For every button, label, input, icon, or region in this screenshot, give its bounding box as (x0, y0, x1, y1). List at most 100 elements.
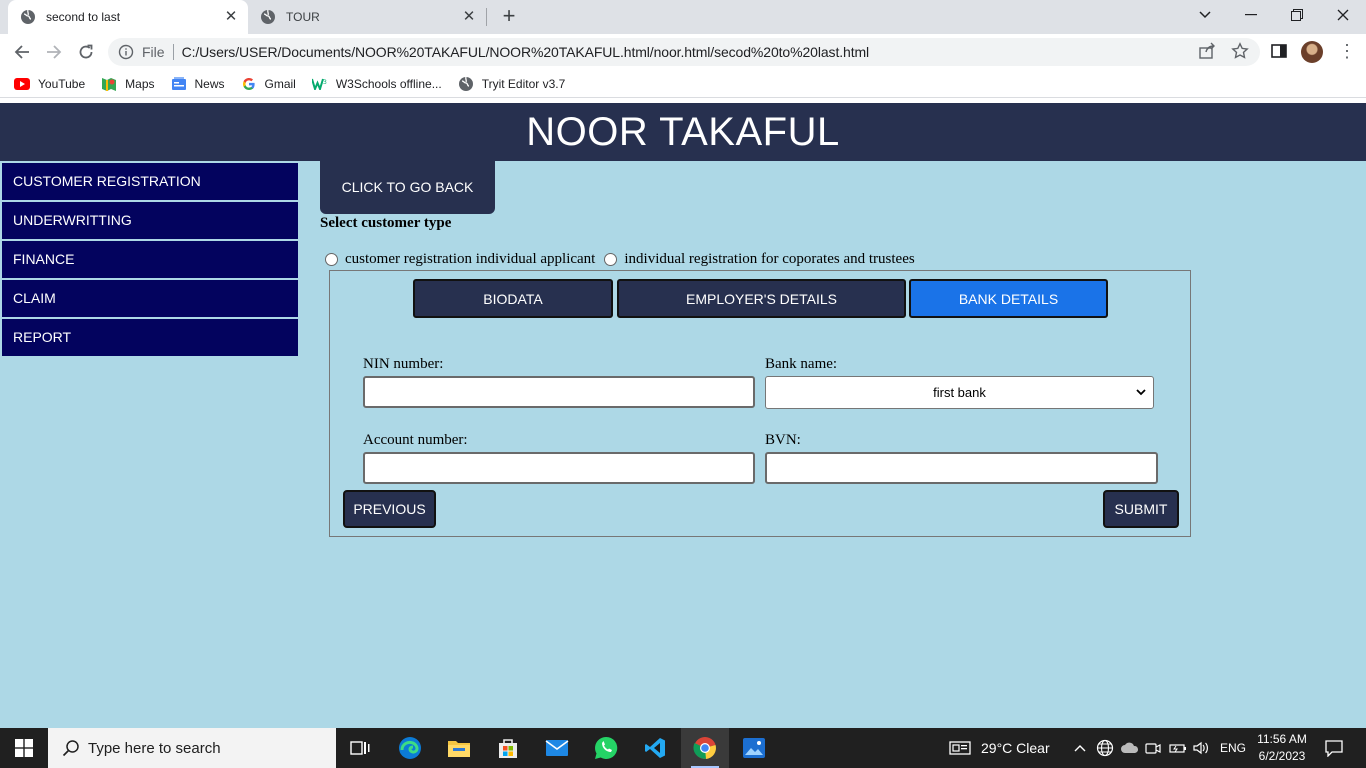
language-indicator[interactable]: ENG (1220, 728, 1246, 768)
back-arrow-icon[interactable] (10, 40, 34, 64)
bookmark-news[interactable]: News (171, 76, 225, 92)
mail-icon[interactable] (533, 728, 581, 768)
share-icon[interactable] (1198, 42, 1218, 62)
taskbar-search-box[interactable]: Type here to search (48, 728, 336, 768)
nin-input[interactable] (363, 376, 755, 408)
onedrive-cloud-icon[interactable] (1120, 739, 1139, 757)
menu-item-finance[interactable]: FINANCE (2, 241, 298, 278)
svg-text:3: 3 (323, 79, 327, 86)
windows-start-icon[interactable] (0, 728, 48, 768)
clock-time: 11:56 AM (1257, 732, 1307, 746)
volume-icon[interactable] (1192, 739, 1210, 757)
reload-icon[interactable] (74, 40, 98, 64)
globe-icon (20, 9, 36, 25)
side-menu: CUSTOMER REGISTRATION UNDERWRITTING FINA… (2, 163, 298, 358)
windows-taskbar: Type here to search 29°C Clear ENG 11:56… (0, 728, 1366, 768)
tab-bank-details[interactable]: BANK DETAILS (909, 279, 1108, 318)
bank-name-selected: first bank (933, 385, 986, 400)
new-tab-button[interactable]: + (497, 5, 521, 29)
bvn-input[interactable] (765, 452, 1158, 484)
globe-icon (458, 76, 474, 92)
bookmark-label: Maps (125, 76, 155, 91)
bookmark-label: Tryit Editor v3.7 (481, 76, 566, 91)
site-title: NOOR TAKAFUL (0, 103, 1366, 161)
bank-name-label: Bank name: (765, 356, 838, 372)
registration-form: BIODATA EMPLOYER'S DETAILS BANK DETAILS … (329, 270, 1191, 537)
bookmark-label: W3Schools offline... (335, 76, 442, 91)
address-separator (172, 44, 174, 60)
weather-icon[interactable] (949, 739, 971, 757)
account-number-input[interactable] (363, 452, 755, 484)
tab-title: second to last (46, 10, 121, 24)
close-tab-icon[interactable]: ✕ (222, 8, 240, 26)
whatsapp-icon[interactable] (582, 728, 630, 768)
photos-icon[interactable] (730, 728, 778, 768)
browser-tab-tour[interactable]: TOUR ✕ (250, 0, 486, 34)
search-icon (62, 739, 80, 757)
tab-biodata[interactable]: BIODATA (413, 279, 613, 318)
news-icon (171, 76, 187, 92)
bookmark-gmail[interactable]: Gmail (241, 76, 296, 92)
task-view-icon[interactable] (336, 728, 384, 768)
radio-corporates-trustees[interactable] (604, 253, 618, 266)
weather-text[interactable]: 29°C Clear (981, 728, 1050, 768)
radio-label-corporates: individual registration for coporates an… (624, 251, 915, 267)
bookmark-w3schools[interactable]: 3 W3Schools offline... (311, 76, 442, 92)
customer-type-radio-group: customer registration individual applica… (325, 251, 924, 268)
edge-icon[interactable] (386, 728, 434, 768)
bookmark-tryit-editor[interactable]: Tryit Editor v3.7 (458, 76, 566, 92)
customer-type-heading: Select customer type (320, 215, 452, 231)
vscode-icon[interactable] (631, 728, 679, 768)
google-icon (241, 76, 257, 92)
more-menu-icon[interactable]: ⋮ (1338, 42, 1356, 62)
chevron-up-icon[interactable] (1073, 739, 1087, 757)
page-content: NOOR TAKAFUL CUSTOMER REGISTRATION UNDER… (0, 103, 1366, 728)
network-globe-icon[interactable] (1096, 739, 1114, 757)
tab-employers-details[interactable]: EMPLOYER'S DETAILS (617, 279, 906, 318)
close-tab-icon[interactable]: ✕ (460, 8, 478, 26)
browser-tab-second-to-last[interactable]: second to last ✕ (8, 0, 248, 34)
taskbar-clock[interactable]: 11:56 AM 6/2/2023 (1254, 731, 1310, 765)
menu-item-report[interactable]: REPORT (2, 319, 298, 356)
menu-item-customer-registration[interactable]: CUSTOMER REGISTRATION (2, 163, 298, 200)
info-icon[interactable] (118, 44, 134, 60)
menu-item-claim[interactable]: CLAIM (2, 280, 298, 317)
minimize-icon[interactable] (1228, 0, 1274, 30)
submit-button[interactable]: SUBMIT (1103, 490, 1179, 528)
file-explorer-icon[interactable] (435, 728, 483, 768)
forward-arrow-icon[interactable] (42, 40, 66, 64)
menu-item-underwritting[interactable]: UNDERWRITTING (2, 202, 298, 239)
bookmark-label: News (194, 76, 225, 91)
url-scheme: File (142, 44, 165, 60)
maps-icon (101, 76, 117, 92)
browser-toolbar: File C:/Users/USER/Documents/NOOR%20TAKA… (0, 34, 1366, 70)
close-window-icon[interactable] (1320, 0, 1366, 30)
chrome-icon[interactable] (681, 728, 729, 768)
notifications-icon[interactable] (1324, 739, 1344, 758)
w3schools-icon: 3 (311, 76, 328, 92)
bookmark-star-icon[interactable] (1231, 42, 1251, 62)
previous-button[interactable]: PREVIOUS (343, 490, 436, 528)
bvn-label: BVN: (765, 432, 801, 448)
youtube-icon (14, 76, 30, 92)
bookmark-maps[interactable]: Maps (101, 76, 155, 92)
radio-individual-applicant[interactable] (325, 253, 338, 266)
go-back-button[interactable]: CLICK TO GO BACK (320, 160, 495, 214)
browser-tab-strip: second to last ✕ TOUR ✕ + (0, 0, 1366, 34)
bank-name-select[interactable]: first bank (765, 376, 1154, 409)
meet-now-icon[interactable] (1144, 739, 1162, 757)
battery-icon[interactable] (1168, 739, 1186, 757)
nin-label: NIN number: (363, 356, 444, 372)
chevron-down-icon (1135, 385, 1147, 399)
clock-date: 6/2/2023 (1258, 749, 1306, 763)
bookmark-youtube[interactable]: YouTube (14, 76, 85, 92)
bookmark-label: YouTube (38, 76, 86, 91)
url-text: C:/Users/USER/Documents/NOOR%20TAKAFUL/N… (181, 44, 870, 60)
tab-separator (486, 8, 487, 26)
profile-avatar[interactable] (1301, 41, 1323, 63)
address-bar[interactable]: File C:/Users/USER/Documents/NOOR%20TAKA… (108, 38, 1260, 66)
side-panel-icon[interactable] (1270, 42, 1290, 62)
microsoft-store-icon[interactable] (484, 728, 532, 768)
tab-search-chevron-icon[interactable] (1182, 0, 1228, 30)
restore-icon[interactable] (1274, 0, 1320, 30)
